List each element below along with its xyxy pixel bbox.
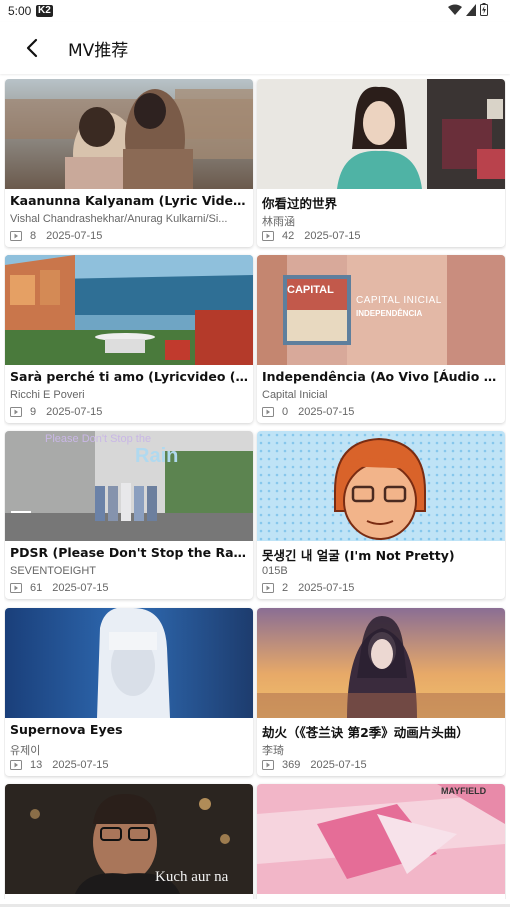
mv-title: 劫火（《苍兰诀 第2季》动画片头曲） [262, 725, 469, 740]
mv-grid[interactable]: Kaanunna Kalyanam (Lyric Video (Ve... Vi… [4, 79, 506, 899]
mv-artist: Vishal Chandrashekhar/Anurag Kulkarni/Si… [10, 213, 228, 225]
play-count: 9 [30, 406, 37, 418]
mv-meta: 61 2025-07-15 [10, 582, 109, 594]
mv-card[interactable]: Kaanunna Kalyanam (Lyric Video (Ve... Vi… [5, 79, 253, 247]
mv-title: Independência (Ao Vivo [Áudio Oficia... [262, 369, 500, 384]
mv-meta: 42 2025-07-15 [262, 230, 361, 242]
mv-artist: Capital Inicial [262, 389, 328, 401]
mv-title: 你看过的世界 [262, 196, 338, 211]
play-count: 61 [30, 582, 43, 594]
mv-card[interactable]: Please Don't Stop the Rain PDSR (Please … [5, 431, 253, 599]
mv-title: PDSR (Please Don't Stop the Rain) (T... [10, 545, 248, 560]
play-count: 8 [30, 230, 37, 242]
mv-title: Sarà perché ti amo (Lyricvideo (Magy... [10, 369, 248, 384]
thumb-text-2: Rain [135, 445, 179, 467]
status-time: 5:00 [8, 4, 32, 18]
thumb-text-2: INDEPENDÊNCIA [356, 309, 423, 318]
mv-artist: Ricchi E Poveri [10, 389, 85, 401]
mv-card[interactable]: 你看过的世界 林雨涵 42 2025-07-15 [257, 79, 505, 247]
svg-text:CAPITAL: CAPITAL [287, 284, 334, 296]
release-date: 2025-07-15 [298, 406, 355, 418]
play-count-icon [262, 407, 274, 417]
mv-thumbnail[interactable]: CAPITAL CAPITAL INICIAL INDEPENDÊNCIA [257, 255, 505, 365]
play-count-icon [10, 407, 22, 417]
play-count-icon [262, 583, 274, 593]
mv-artist: 유제이 [10, 745, 41, 757]
mv-card[interactable]: 못생긴 내 얼굴 (I'm Not Pretty) 015B 2 2025-07… [257, 431, 505, 599]
mv-meta: 2 2025-07-15 [262, 582, 354, 594]
mv-artist: 林雨涵 [262, 216, 295, 228]
mv-thumbnail[interactable]: Please Don't Stop the Rain [5, 431, 253, 541]
wifi-icon [448, 4, 462, 15]
play-count-icon [262, 231, 274, 241]
mv-title: Kaanunna Kalyanam (Lyric Video (Ve... [10, 193, 248, 208]
mv-meta: 369 2025-07-15 [262, 759, 367, 771]
play-count-icon [262, 760, 274, 770]
play-count-icon [10, 760, 22, 770]
release-date: 2025-07-15 [298, 582, 355, 594]
mv-meta: 13 2025-07-15 [10, 759, 109, 771]
status-icons [448, 3, 488, 16]
release-date: 2025-07-15 [52, 759, 109, 771]
battery-icon [480, 3, 488, 16]
mv-card[interactable]: MAYFIELD [257, 784, 505, 899]
mv-artist: 015B [262, 565, 288, 577]
mv-thumbnail[interactable]: MAYFIELD [257, 784, 505, 894]
mv-thumbnail[interactable] [5, 608, 253, 718]
release-date: 2025-07-15 [52, 582, 109, 594]
play-count: 369 [282, 759, 301, 771]
mv-card[interactable]: 劫火（《苍兰诀 第2季》动画片头曲） 李琦 369 2025-07-15 [257, 608, 505, 776]
mv-title: 못생긴 내 얼굴 (I'm Not Pretty) [262, 548, 455, 563]
release-date: 2025-07-15 [310, 759, 367, 771]
mv-meta: 0 2025-07-15 [262, 406, 354, 418]
mv-thumbnail[interactable] [257, 608, 505, 718]
mv-thumbnail[interactable] [5, 79, 253, 189]
thumb-text-1: Please Don't Stop the [45, 433, 152, 445]
thumb-text-1: CAPITAL INICIAL [356, 295, 442, 306]
mv-card[interactable]: Kuch aur na [5, 784, 253, 899]
mv-artist: SEVENTOEIGHT [10, 565, 96, 577]
play-count: 2 [282, 582, 289, 594]
page-title: MV推荐 [68, 41, 129, 61]
thumb-text-1: MAYFIELD [441, 786, 487, 796]
mv-meta: 8 2025-07-15 [10, 230, 102, 242]
mv-card[interactable]: CAPITAL CAPITAL INICIAL INDEPENDÊNCIA In… [257, 255, 505, 423]
arrow-left-icon [26, 38, 38, 58]
thumb-text-1: Kuch aur na [155, 869, 229, 885]
mv-thumbnail[interactable] [257, 79, 505, 189]
signal-icon [466, 3, 476, 16]
back-button[interactable] [18, 34, 46, 62]
play-count-icon [10, 583, 22, 593]
mv-thumbnail[interactable]: Kuch aur na [5, 784, 253, 894]
play-count-icon [10, 231, 22, 241]
mv-title: Supernova Eyes [10, 722, 123, 737]
mv-thumbnail[interactable] [5, 255, 253, 365]
app-bar: MV推荐 [0, 22, 510, 74]
mv-card[interactable]: Sarà perché ti amo (Lyricvideo (Magy... … [5, 255, 253, 423]
release-date: 2025-07-15 [304, 230, 361, 242]
release-date: 2025-07-15 [46, 406, 103, 418]
play-count: 42 [282, 230, 295, 242]
release-date: 2025-07-15 [46, 230, 103, 242]
mv-thumbnail[interactable] [257, 431, 505, 541]
status-bar: 5:00 K2 [0, 0, 510, 22]
mv-artist: 李琦 [262, 745, 284, 757]
mv-card[interactable]: Supernova Eyes 유제이 13 2025-07-15 [5, 608, 253, 776]
mv-meta: 9 2025-07-15 [10, 406, 102, 418]
status-badge: K2 [36, 5, 53, 17]
play-count: 0 [282, 406, 289, 418]
play-count: 13 [30, 759, 43, 771]
